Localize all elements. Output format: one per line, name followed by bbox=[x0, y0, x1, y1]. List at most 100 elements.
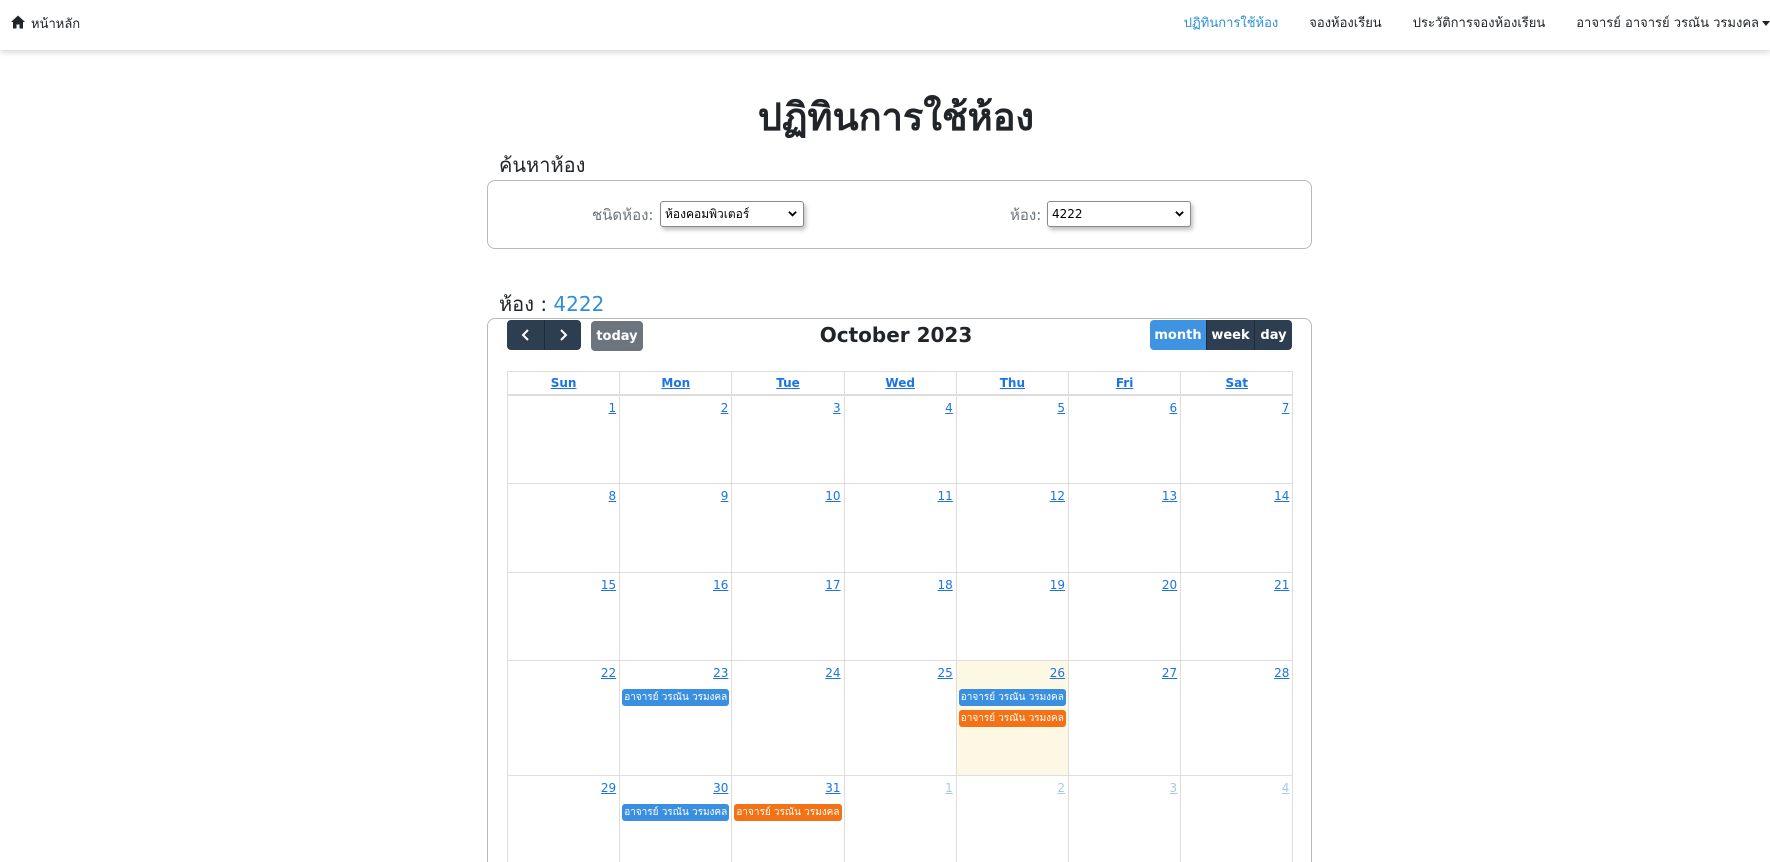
day-cell[interactable]: 5 bbox=[955, 395, 1069, 484]
calendar-event[interactable]: อาจารย์ วรณัน วรมงคล bbox=[622, 689, 730, 706]
day-cell[interactable]: 2 bbox=[955, 775, 1069, 862]
day-cell[interactable]: 18 bbox=[843, 572, 957, 661]
weekday-header-sat[interactable]: Sat bbox=[1180, 371, 1294, 395]
day-cell[interactable]: 4 bbox=[1180, 775, 1294, 862]
day-number[interactable]: 18 bbox=[938, 578, 953, 592]
day-number[interactable]: 6 bbox=[1170, 401, 1178, 415]
day-number[interactable]: 2 bbox=[721, 401, 729, 415]
weekday-header-tue[interactable]: Tue bbox=[731, 371, 845, 395]
day-number[interactable]: 14 bbox=[1274, 489, 1289, 503]
weekday-header-wed[interactable]: Wed bbox=[843, 371, 957, 395]
day-cell[interactable]: 4 bbox=[843, 395, 957, 484]
today-button[interactable]: today bbox=[591, 321, 643, 351]
day-number[interactable]: 16 bbox=[713, 578, 728, 592]
day-cell[interactable]: 8 bbox=[507, 483, 621, 573]
home-link[interactable]: หน้าหลัก bbox=[10, 13, 80, 34]
day-cell[interactable]: 14 bbox=[1180, 483, 1294, 573]
day-number[interactable]: 3 bbox=[833, 401, 841, 415]
day-cell[interactable]: 28 bbox=[1180, 660, 1294, 776]
user-menu[interactable]: อาจารย์ อาจารย์ วรณัน วรมงคล bbox=[1576, 12, 1770, 33]
day-cell[interactable]: 31 อาจารย์ วรณัน วรมงคล bbox=[731, 775, 845, 862]
day-cell[interactable]: 19 bbox=[955, 572, 1069, 661]
day-cell[interactable]: 23 อาจารย์ วรณัน วรมงคล bbox=[619, 660, 733, 776]
day-view-button[interactable]: day bbox=[1254, 320, 1292, 350]
calendar-event[interactable]: อาจารย์ วรณัน วรมงคล bbox=[734, 804, 842, 821]
day-number[interactable]: 15 bbox=[601, 578, 616, 592]
day-number[interactable]: 24 bbox=[825, 666, 840, 680]
weekday-header-mon[interactable]: Mon bbox=[619, 371, 733, 395]
room-select[interactable]: 4222 bbox=[1047, 201, 1191, 227]
calendar-event[interactable]: อาจารย์ วรณัน วรมงคล bbox=[958, 689, 1066, 706]
day-cell[interactable]: 29 bbox=[507, 775, 621, 862]
day-number[interactable]: 23 bbox=[713, 666, 728, 680]
day-cell[interactable]: 15 bbox=[507, 572, 621, 661]
day-cell[interactable]: 3 bbox=[731, 395, 845, 484]
day-number[interactable]: 25 bbox=[938, 666, 953, 680]
day-number[interactable]: 7 bbox=[1282, 401, 1290, 415]
day-cell[interactable]: 13 bbox=[1068, 483, 1182, 573]
weekday-header-thu[interactable]: Thu bbox=[955, 371, 1069, 395]
day-cell[interactable]: 26 อาจารย์ วรณัน วรมงคล อาจารย์ วรณัน วรมง… bbox=[955, 660, 1069, 776]
day-cell[interactable]: 7 bbox=[1180, 395, 1294, 484]
home-label: หน้าหลัก bbox=[31, 17, 81, 32]
day-cell[interactable]: 16 bbox=[619, 572, 733, 661]
month-view-button[interactable]: month bbox=[1150, 320, 1206, 350]
day-cell[interactable]: 1 bbox=[507, 395, 621, 484]
day-number[interactable]: 28 bbox=[1274, 666, 1289, 680]
calendar-event[interactable]: อาจารย์ วรณัน วรมงคล bbox=[958, 710, 1066, 727]
day-number[interactable]: 10 bbox=[825, 489, 840, 503]
day-cell[interactable]: 20 bbox=[1068, 572, 1182, 661]
day-cell[interactable]: 3 bbox=[1068, 775, 1182, 862]
week-view-button[interactable]: week bbox=[1206, 320, 1254, 350]
day-number[interactable]: 5 bbox=[1057, 401, 1065, 415]
weekday-header-sun[interactable]: Sun bbox=[507, 371, 621, 395]
day-number[interactable]: 31 bbox=[825, 781, 840, 795]
day-number[interactable]: 29 bbox=[601, 781, 616, 795]
room-type-select[interactable]: ห้องคอมพิวเตอร์ bbox=[660, 201, 804, 227]
day-number[interactable]: 2 bbox=[1057, 781, 1065, 795]
day-cell[interactable]: 9 bbox=[619, 483, 733, 573]
day-number[interactable]: 11 bbox=[938, 489, 953, 503]
prev-month-button[interactable] bbox=[507, 320, 544, 350]
chevron-down-icon bbox=[1175, 211, 1184, 217]
day-number[interactable]: 8 bbox=[609, 489, 617, 503]
room-value: 4222 bbox=[1052, 207, 1083, 221]
day-number[interactable]: 26 bbox=[1050, 666, 1065, 680]
day-number[interactable]: 4 bbox=[1282, 781, 1290, 795]
room-type-value: ห้องคอมพิวเตอร์ bbox=[665, 206, 750, 221]
day-number[interactable]: 13 bbox=[1162, 489, 1177, 503]
day-number[interactable]: 17 bbox=[825, 578, 840, 592]
day-cell[interactable]: 1 bbox=[843, 775, 957, 862]
day-cell[interactable]: 30 อาจารย์ วรณัน วรมงคล bbox=[619, 775, 733, 862]
day-number[interactable]: 12 bbox=[1050, 489, 1065, 503]
weekday-header-fri[interactable]: Fri bbox=[1068, 371, 1182, 395]
nav-calendar[interactable]: ปฏิทินการใช้ห้อง bbox=[1184, 12, 1279, 33]
day-number[interactable]: 4 bbox=[945, 401, 953, 415]
day-cell[interactable]: 12 bbox=[955, 483, 1069, 573]
day-cell[interactable]: 27 bbox=[1068, 660, 1182, 776]
day-cell[interactable]: 21 bbox=[1180, 572, 1294, 661]
calendar-event[interactable]: อาจารย์ วรณัน วรมงคล bbox=[622, 804, 730, 821]
day-number[interactable]: 1 bbox=[945, 781, 953, 795]
nav-book-room[interactable]: จองห้องเรียน bbox=[1309, 12, 1381, 33]
day-number[interactable]: 9 bbox=[721, 489, 729, 503]
day-number[interactable]: 22 bbox=[601, 666, 616, 680]
day-cell[interactable]: 17 bbox=[731, 572, 845, 661]
day-number[interactable]: 20 bbox=[1162, 578, 1177, 592]
day-number[interactable]: 3 bbox=[1170, 781, 1178, 795]
day-number[interactable]: 30 bbox=[713, 781, 728, 795]
day-cell[interactable]: 6 bbox=[1068, 395, 1182, 484]
day-number[interactable]: 1 bbox=[609, 401, 617, 415]
day-cell[interactable]: 2 bbox=[619, 395, 733, 484]
day-cell[interactable]: 11 bbox=[843, 483, 957, 573]
day-number[interactable]: 21 bbox=[1274, 578, 1289, 592]
day-cell[interactable]: 24 bbox=[731, 660, 845, 776]
day-number[interactable]: 27 bbox=[1162, 666, 1177, 680]
nav-booking-history[interactable]: ประวัติการจองห้องเรียน bbox=[1413, 12, 1546, 33]
day-cell[interactable]: 10 bbox=[731, 483, 845, 573]
view-button-group: month week day bbox=[1150, 320, 1292, 350]
day-cell[interactable]: 22 bbox=[507, 660, 621, 776]
day-cell[interactable]: 25 bbox=[843, 660, 957, 776]
day-number[interactable]: 19 bbox=[1050, 578, 1065, 592]
next-month-button[interactable] bbox=[544, 320, 581, 350]
